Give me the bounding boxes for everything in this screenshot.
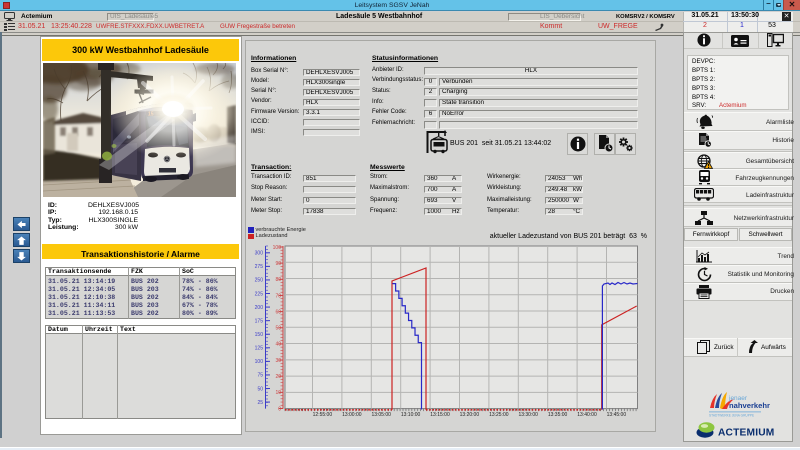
svg-text:50: 50: [257, 386, 263, 392]
svg-text:STADTWERKE JENA GRUPPE: STADTWERKE JENA GRUPPE: [709, 414, 754, 418]
svg-text:200: 200: [255, 305, 264, 311]
svg-text:30: 30: [275, 358, 281, 364]
svg-text:225: 225: [255, 291, 264, 297]
svg-text:90: 90: [275, 261, 281, 267]
svg-text:75: 75: [257, 373, 263, 379]
svg-text:125: 125: [255, 346, 264, 352]
svg-text:80: 80: [275, 277, 281, 283]
svg-text:ACTEMIUM: ACTEMIUM: [718, 428, 775, 439]
svg-text:13:15:00: 13:15:00: [430, 412, 450, 418]
svg-text:13:00:00: 13:00:00: [342, 412, 362, 418]
svg-text:150: 150: [255, 332, 264, 338]
svg-text:275: 275: [255, 264, 264, 270]
svg-text:0: 0: [278, 406, 281, 412]
svg-text:nahverkehr: nahverkehr: [729, 401, 770, 410]
svg-text:70: 70: [275, 293, 281, 299]
svg-text:13:35:00: 13:35:00: [548, 412, 568, 418]
svg-text:175: 175: [255, 318, 264, 324]
svg-text:13:10:00: 13:10:00: [401, 412, 421, 418]
svg-text:250: 250: [255, 278, 264, 284]
svg-text:100: 100: [273, 245, 282, 251]
svg-text:13:20:00: 13:20:00: [460, 412, 480, 418]
svg-text:13:45:00: 13:45:00: [607, 412, 627, 418]
svg-text:13:25:00: 13:25:00: [489, 412, 509, 418]
svg-text:13:30:00: 13:30:00: [518, 412, 538, 418]
svg-text:12:55:00: 12:55:00: [313, 412, 333, 418]
svg-text:13:05:00: 13:05:00: [371, 412, 391, 418]
svg-text:25: 25: [257, 400, 263, 406]
svg-text:300: 300: [255, 251, 264, 257]
svg-text:10: 10: [275, 390, 281, 396]
svg-text:13:40:00: 13:40:00: [577, 412, 597, 418]
svg-text:20: 20: [275, 374, 281, 380]
svg-text:50: 50: [275, 326, 281, 332]
svg-text:100: 100: [255, 359, 264, 365]
svg-text:40: 40: [275, 342, 281, 348]
svg-text:60: 60: [275, 309, 281, 315]
